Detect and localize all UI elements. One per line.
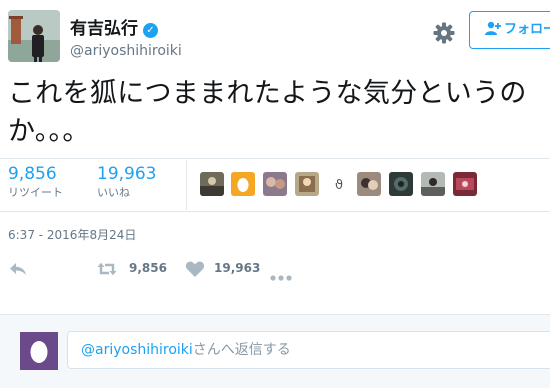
follow-button-label: フォロー [504,22,550,37]
svg-text:ϑ: ϑ [335,178,343,193]
likes-count[interactable]: 19,963 [97,164,156,184]
liker-avatar[interactable] [389,172,413,196]
liker-avatar[interactable] [295,172,319,196]
like-count[interactable]: 19,963 [214,261,260,275]
divider-top [0,158,550,159]
more-icon[interactable] [270,266,292,281]
stats-separator [186,160,187,210]
verified-badge-icon: ✓ [143,23,158,38]
retweet-count[interactable]: 9,856 [129,261,167,275]
heart-icon[interactable] [185,260,205,278]
display-name[interactable]: 有吉弘行 ✓ [70,14,158,39]
liker-avatar[interactable] [263,172,287,196]
person-add-icon [485,21,501,35]
retweet-icon[interactable] [96,260,118,278]
gear-icon[interactable] [431,20,457,46]
liker-avatar[interactable] [421,172,445,196]
retweets-stat[interactable]: 9,856 リツイート [8,164,63,200]
profile-avatar[interactable] [8,10,60,62]
likes-stat[interactable]: 19,963 いいね [97,164,156,200]
reply-mention: @ariyoshihiroiki [81,342,193,358]
liker-avatar-egg[interactable] [231,172,255,196]
retweets-count[interactable]: 9,856 [8,164,63,184]
current-user-avatar [20,332,58,370]
reply-input[interactable]: @ariyoshihiroikiさんへ返信する [67,331,550,369]
reply-icon[interactable] [8,260,28,278]
divider-middle [0,211,550,212]
tweet-text: これを狐につままれたような気分というの か。。。 [8,75,550,151]
retweets-label: リツイート [8,186,63,199]
tweet-line-2: か。。。 [8,116,90,147]
tweet-line-1: これを狐につままれたような気分というの [8,78,527,109]
user-handle[interactable]: @ariyoshihiroiki [70,43,182,59]
liker-avatar[interactable]: ϑ [327,172,351,196]
likes-label: いいね [97,186,130,199]
display-name-text[interactable]: 有吉弘行 [70,19,138,39]
divider-reply [0,314,550,315]
liker-avatar[interactable] [453,172,477,196]
follow-button[interactable]: フォロー [469,11,550,49]
liker-avatar[interactable] [200,172,224,196]
liker-avatar[interactable] [357,172,381,196]
reply-placeholder-suffix: さんへ返信する [192,342,291,358]
tweet-timestamp[interactable]: 6:37 - 2016年8月24日 [8,226,136,243]
egg-icon [237,178,249,192]
egg-icon [30,341,48,363]
